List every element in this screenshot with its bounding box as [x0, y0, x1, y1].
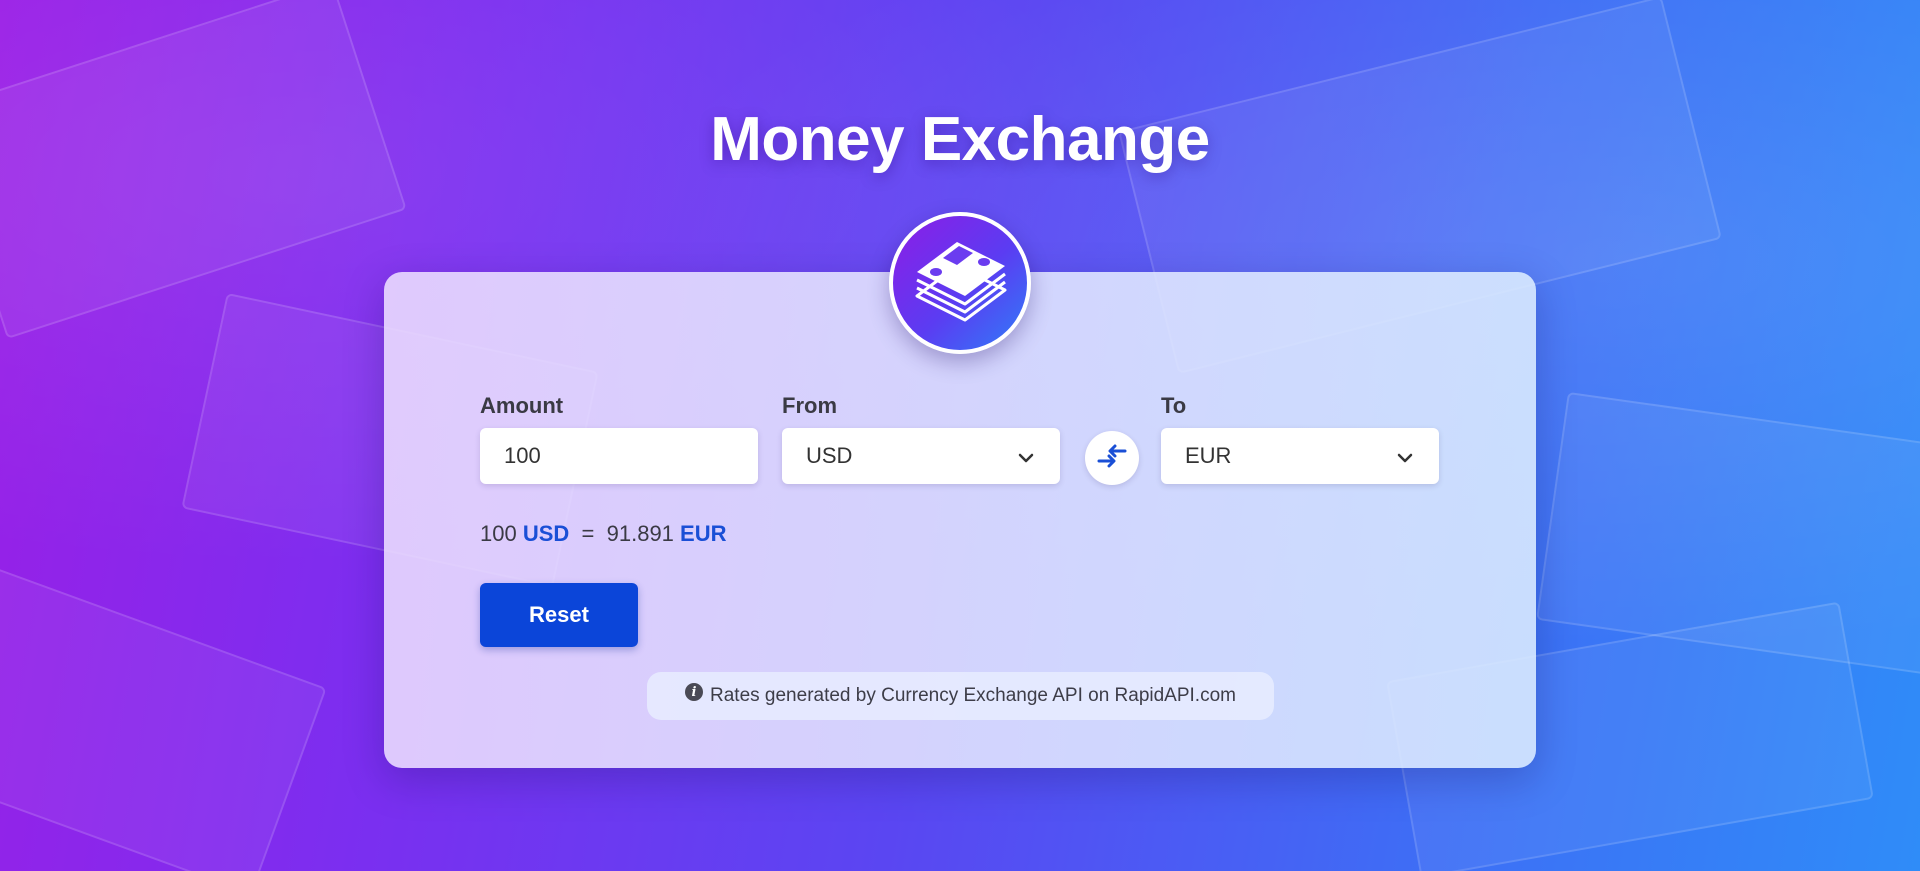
from-currency-value: USD [806, 443, 853, 468]
page-title: Money Exchange [710, 105, 1210, 174]
to-currency-value: EUR [1185, 443, 1232, 468]
swap-arrows-icon [1097, 444, 1127, 473]
chevron-down-icon [1397, 443, 1413, 469]
rates-attribution: i Rates generated by Currency Exchange A… [647, 672, 1274, 720]
swap-currencies-button[interactable] [1085, 431, 1139, 485]
result-amount: 100 [480, 521, 517, 546]
amount-input-value: 100 [504, 443, 541, 468]
chevron-down-icon [1018, 443, 1034, 469]
rates-attribution-text: Rates generated by Currency Exchange API… [710, 685, 1236, 706]
info-icon: i [685, 683, 704, 701]
result-to-currency: EUR [680, 521, 727, 546]
amount-label: Amount [480, 393, 564, 418]
from-currency-select[interactable]: USD [782, 428, 1060, 484]
from-label: From [782, 393, 837, 418]
conversion-result: 100 USD = 91.891 EUR [480, 521, 727, 547]
money-stack-icon [889, 212, 1031, 354]
result-converted-amount: 91.891 [606, 521, 674, 546]
amount-input[interactable]: 100 [480, 428, 758, 484]
result-from-currency: USD [522, 521, 570, 546]
to-label: To [1161, 393, 1187, 418]
reset-button[interactable]: Reset [480, 583, 638, 647]
result-equals: = [581, 521, 595, 546]
to-currency-select[interactable]: EUR [1161, 428, 1439, 484]
